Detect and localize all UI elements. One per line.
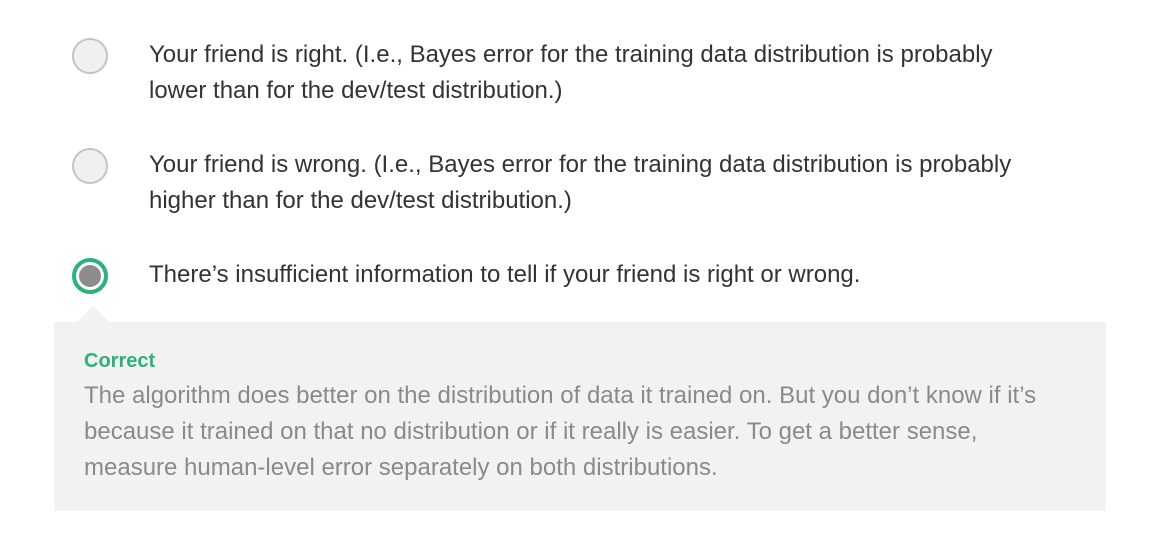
answer-option-text: There’s insufficient information to tell…: [149, 261, 861, 288]
feedback-explanation: The algorithm does better on the distrib…: [84, 382, 1037, 481]
radio-button-selected[interactable]: [72, 258, 108, 294]
answer-option-3[interactable]: There’s insufficient information to tell…: [72, 258, 1029, 294]
quiz-question: Your friend is right. (I.e., Bayes error…: [0, 0, 1168, 546]
feedback-pointer: [77, 306, 109, 322]
feedback-status: Correct: [84, 350, 156, 372]
radio-button-unselected[interactable]: [72, 38, 108, 74]
answer-option-2[interactable]: Your friend is wrong. (I.e., Bayes error…: [72, 148, 1029, 219]
answer-option-text: Your friend is right. (I.e., Bayes error…: [149, 41, 993, 104]
answer-option-text: Your friend is wrong. (I.e., Bayes error…: [149, 151, 1012, 214]
feedback-panel: Correct The algorithm does better on the…: [54, 322, 1106, 511]
radio-selected-dot: [79, 265, 101, 287]
answer-option-1[interactable]: Your friend is right. (I.e., Bayes error…: [72, 38, 1029, 109]
radio-button-unselected[interactable]: [72, 148, 108, 184]
